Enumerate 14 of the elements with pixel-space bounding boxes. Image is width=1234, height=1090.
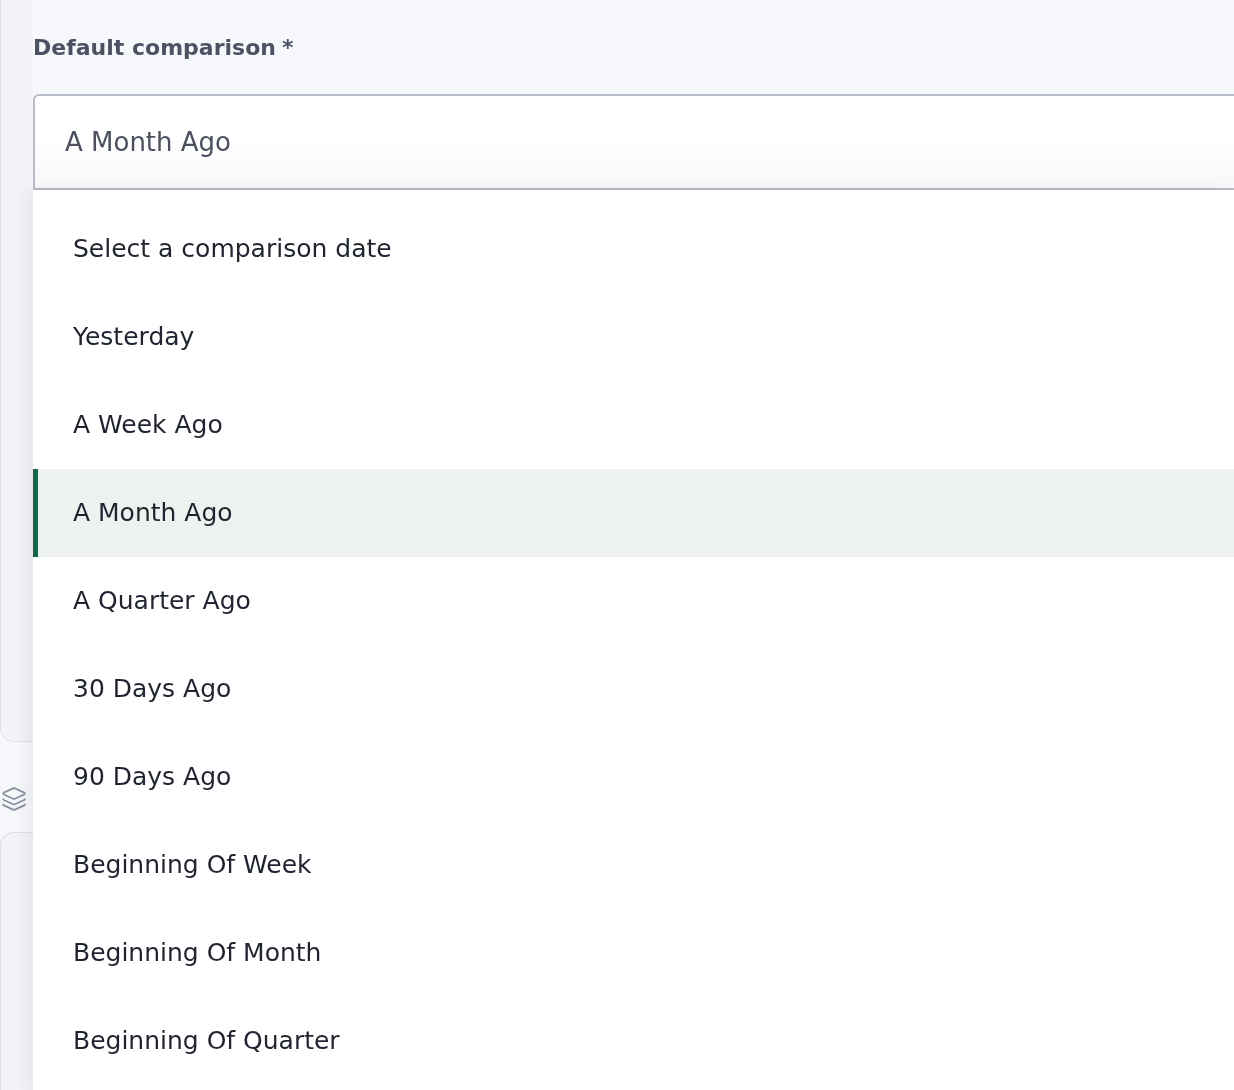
dropdown-option[interactable]: A Week Ago [33,381,1234,469]
select-field[interactable]: A Month Ago [33,94,1234,190]
field-label: Default comparison [33,33,276,62]
required-asterisk: * [281,33,294,62]
dropdown-option[interactable]: Select a comparison date [33,205,1234,293]
dropdown-option[interactable]: Beginning Of Month [33,909,1234,997]
dropdown-option[interactable]: A Quarter Ago [33,557,1234,645]
dropdown-option[interactable]: Beginning Of Quarter [33,997,1234,1085]
dropdown-option[interactable]: Beginning Of Week [33,821,1234,909]
dropdown-option[interactable]: 90 Days Ago [33,733,1234,821]
dropdown-option[interactable]: A Month Ago [33,469,1234,557]
dropdown-option[interactable]: Yesterday [33,293,1234,381]
layers-icon[interactable] [1,786,27,812]
dropdown-option[interactable]: 30 Days Ago [33,645,1234,733]
